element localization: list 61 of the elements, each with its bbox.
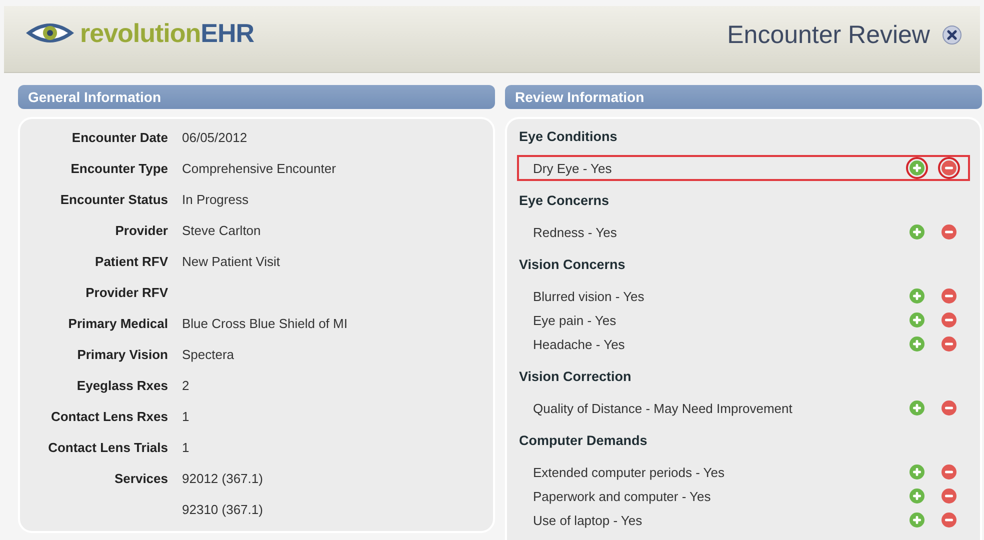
field-label: Contact Lens Rxes (50, 408, 168, 426)
field-label: Primary Medical (67, 315, 168, 333)
section-header: General Information (18, 85, 495, 109)
remove-icon[interactable] (941, 288, 957, 304)
field-value: In Progress (182, 191, 250, 209)
add-icon[interactable] (909, 400, 925, 416)
remove-icon[interactable] (941, 224, 957, 240)
page-title: Encounter Review (727, 20, 930, 50)
review-item-text: Extended computer periods - Yes (533, 464, 725, 480)
field-value: Blue Cross Blue Shield of MI (182, 315, 348, 333)
field-label: Eyeglass Rxes (76, 377, 168, 395)
field-value: 2 (182, 377, 190, 395)
field-label: Encounter Date (70, 129, 168, 147)
field-label: Encounter Status (59, 191, 168, 209)
field-label: Provider RFV (84, 284, 168, 302)
field-value: 06/05/2012 (182, 129, 248, 147)
add-icon[interactable] (909, 312, 925, 328)
review-item-text: Eye pain - Yes (533, 312, 616, 328)
field-value: Comprehensive Encounter (182, 160, 337, 178)
close-icon[interactable] (942, 25, 962, 45)
add-icon[interactable] (909, 336, 925, 352)
field-value: Spectera (182, 346, 236, 364)
review-item-text: Redness - Yes (533, 224, 617, 240)
remove-icon[interactable] (941, 160, 957, 176)
field-value: New Patient Visit (182, 253, 282, 271)
add-icon[interactable] (909, 488, 925, 504)
field-label: Contact Lens Trials (47, 439, 168, 457)
add-icon[interactable] (909, 512, 925, 528)
field-label: Patient RFV (94, 253, 168, 271)
review-item-text: Dry Eye - Yes (533, 160, 612, 176)
remove-icon[interactable] (941, 512, 957, 528)
field-value: Steve Carlton (182, 222, 262, 240)
remove-icon[interactable] (941, 312, 957, 328)
section-header: Review Information (505, 85, 982, 109)
review-item-text: Headache - Yes (533, 336, 625, 352)
group-title: Vision Correction (519, 369, 632, 386)
add-icon[interactable] (909, 160, 925, 176)
field-label: Provider (114, 222, 168, 240)
remove-icon[interactable] (941, 464, 957, 480)
group-title: Eye Conditions (519, 129, 618, 146)
add-icon[interactable] (909, 224, 925, 240)
field-label: Primary Vision (76, 346, 168, 364)
review-item-text: Use of laptop - Yes (533, 512, 642, 528)
review-item-text: Blurred vision - Yes (533, 288, 644, 304)
group-title: Vision Concerns (519, 257, 626, 274)
remove-icon[interactable] (941, 400, 957, 416)
remove-icon[interactable] (941, 336, 957, 352)
field-value: 1 (182, 439, 190, 457)
remove-icon[interactable] (941, 488, 957, 504)
group-title: Computer Demands (519, 433, 648, 450)
logo-text: revolutionEHR (80, 18, 254, 48)
review-item-text: Paperwork and computer - Yes (533, 488, 711, 504)
field-value: 92012 (367.1) (182, 470, 264, 488)
field-value: 92310 (367.1) (182, 501, 264, 519)
group-title: Eye Concerns (519, 193, 610, 210)
field-label: Services (114, 470, 168, 488)
field-value: 1 (182, 408, 190, 426)
add-icon[interactable] (909, 464, 925, 480)
review-item-text: Quality of Distance - May Need Improvement (533, 400, 792, 416)
field-label: Encounter Type (70, 160, 168, 178)
add-icon[interactable] (909, 288, 925, 304)
